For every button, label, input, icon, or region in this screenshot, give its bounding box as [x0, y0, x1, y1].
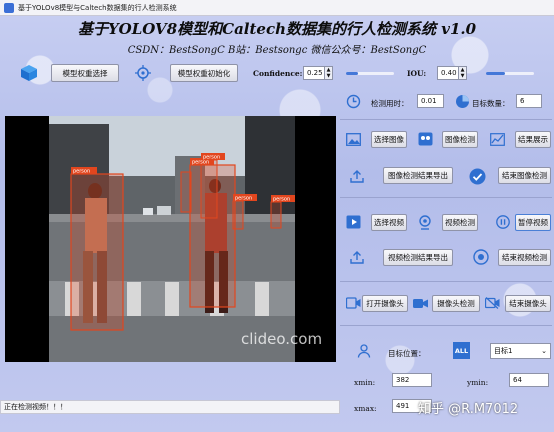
stop-circle-icon — [472, 248, 490, 266]
page-subtitle: CSDN：BestSongC B站：Bestsongc 微信公众号：BestSo… — [127, 45, 427, 56]
divider — [340, 325, 552, 326]
webcam-icon — [417, 214, 433, 230]
iou-spinner[interactable]: ▲ ▼ — [459, 66, 467, 80]
confidence-input[interactable]: 0.25 — [303, 66, 325, 80]
target-count-label: 目标数量： — [472, 99, 510, 108]
iou-slider[interactable] — [486, 72, 534, 75]
confidence-label: Confidence: — [253, 69, 303, 78]
open-camera-button[interactable]: 打开摄像头 — [362, 295, 408, 312]
iou-label: IOU: — [407, 69, 427, 78]
confidence-spinner[interactable]: ▲ ▼ — [325, 66, 333, 80]
select-weights-button[interactable]: 模型权重选择 — [51, 64, 119, 82]
detection-box — [70, 173, 124, 331]
divider — [340, 197, 552, 198]
detection-box — [200, 159, 218, 219]
pause-icon — [495, 214, 511, 230]
chart-icon — [489, 131, 505, 147]
target-select-value: 目标1 — [494, 347, 513, 355]
detection-box — [270, 201, 282, 229]
status-bar: 正在检测视频！！！ — [0, 400, 340, 414]
iou-input[interactable]: 0.40 — [437, 66, 459, 80]
title-bar: 基于YOLOv8模型与Caltech数据集的行人检测系统 — [0, 0, 554, 16]
chevron-down-icon: ⌄ — [541, 347, 547, 355]
detection-label: person — [235, 196, 252, 202]
detection-box — [232, 200, 244, 230]
target-icon — [134, 64, 152, 82]
window-title: 基于YOLOv8模型与Caltech数据集的行人检测系统 — [18, 3, 177, 12]
clock-icon — [345, 93, 361, 109]
ymin-value: 64 — [509, 373, 549, 387]
xmin-label: xmin: — [354, 378, 376, 387]
pie-chart-icon — [454, 93, 470, 109]
cube-icon — [20, 64, 38, 82]
end-video-detect-button[interactable]: 结束视频检测 — [498, 249, 551, 266]
select-image-button[interactable]: 选择图像 — [371, 131, 407, 148]
app-window: 基于YOLOv8模型与Caltech数据集的行人检测系统 基于YOLOV8模型和… — [0, 0, 554, 432]
target-count-value: 6 — [516, 94, 542, 108]
confidence-slider-fill — [346, 72, 358, 75]
detect-video-button[interactable]: 视频检测 — [442, 214, 478, 231]
status-text: 正在检测视频！！！ — [4, 403, 67, 411]
video-camera-icon — [412, 295, 428, 311]
detect-image-button[interactable]: 图像检测 — [442, 131, 478, 148]
xmin-value: 382 — [392, 373, 432, 387]
show-result-button[interactable]: 结果展示 — [515, 131, 551, 148]
xmax-label: xmax: — [354, 404, 377, 413]
end-image-detect-button[interactable]: 结束图像检测 — [498, 167, 551, 184]
upload-icon — [349, 249, 365, 265]
target-position-label: 目标位置： — [388, 349, 426, 358]
video-file-icon — [345, 214, 361, 230]
iou-slider-fill — [486, 72, 506, 75]
camera-off-icon — [484, 295, 500, 311]
image-icon — [345, 131, 361, 147]
user-icon — [356, 343, 372, 359]
detection-box — [180, 171, 192, 213]
init-weights-button[interactable]: 模型权重初始化 — [170, 64, 238, 82]
detect-time-label: 检测用时： — [371, 99, 409, 108]
image-detect-icon — [417, 131, 433, 147]
camera-monitor-icon — [345, 295, 361, 311]
page-title: 基于YOLOV8模型和Caltech数据集的行人检测系统 v1.0 — [77, 20, 477, 38]
app-icon — [4, 2, 14, 13]
camera-detect-button[interactable]: 摄像头检测 — [432, 295, 480, 312]
divider — [340, 281, 552, 282]
detection-label: person — [203, 155, 220, 161]
detection-label: person — [73, 169, 90, 175]
pause-video-button[interactable]: 暂停视频 — [515, 214, 551, 231]
detect-time-value: 0.01 — [417, 94, 444, 108]
close-camera-button[interactable]: 结束摄像头 — [505, 295, 551, 312]
export-image-result-button[interactable]: 图像检测结果导出 — [383, 167, 453, 184]
street-scene: person person person person person clide… — [5, 116, 336, 362]
divider — [340, 119, 552, 120]
export-video-result-button[interactable]: 视频检测结果导出 — [383, 249, 453, 266]
check-circle-icon — [468, 167, 486, 185]
select-video-button[interactable]: 选择视频 — [371, 214, 407, 231]
upload-icon — [349, 168, 365, 184]
ymin-label: ymin: — [467, 378, 489, 387]
video-watermark: clideo.com — [241, 330, 322, 348]
target-select-dropdown[interactable]: 目标1 ⌄ — [490, 343, 551, 359]
all-badge: ALL — [453, 342, 470, 359]
detection-label: person — [273, 197, 290, 203]
confidence-slider[interactable] — [346, 72, 394, 75]
site-watermark: 知乎 @R.M7012 — [418, 402, 519, 417]
video-display: person person person person person clide… — [5, 116, 336, 362]
